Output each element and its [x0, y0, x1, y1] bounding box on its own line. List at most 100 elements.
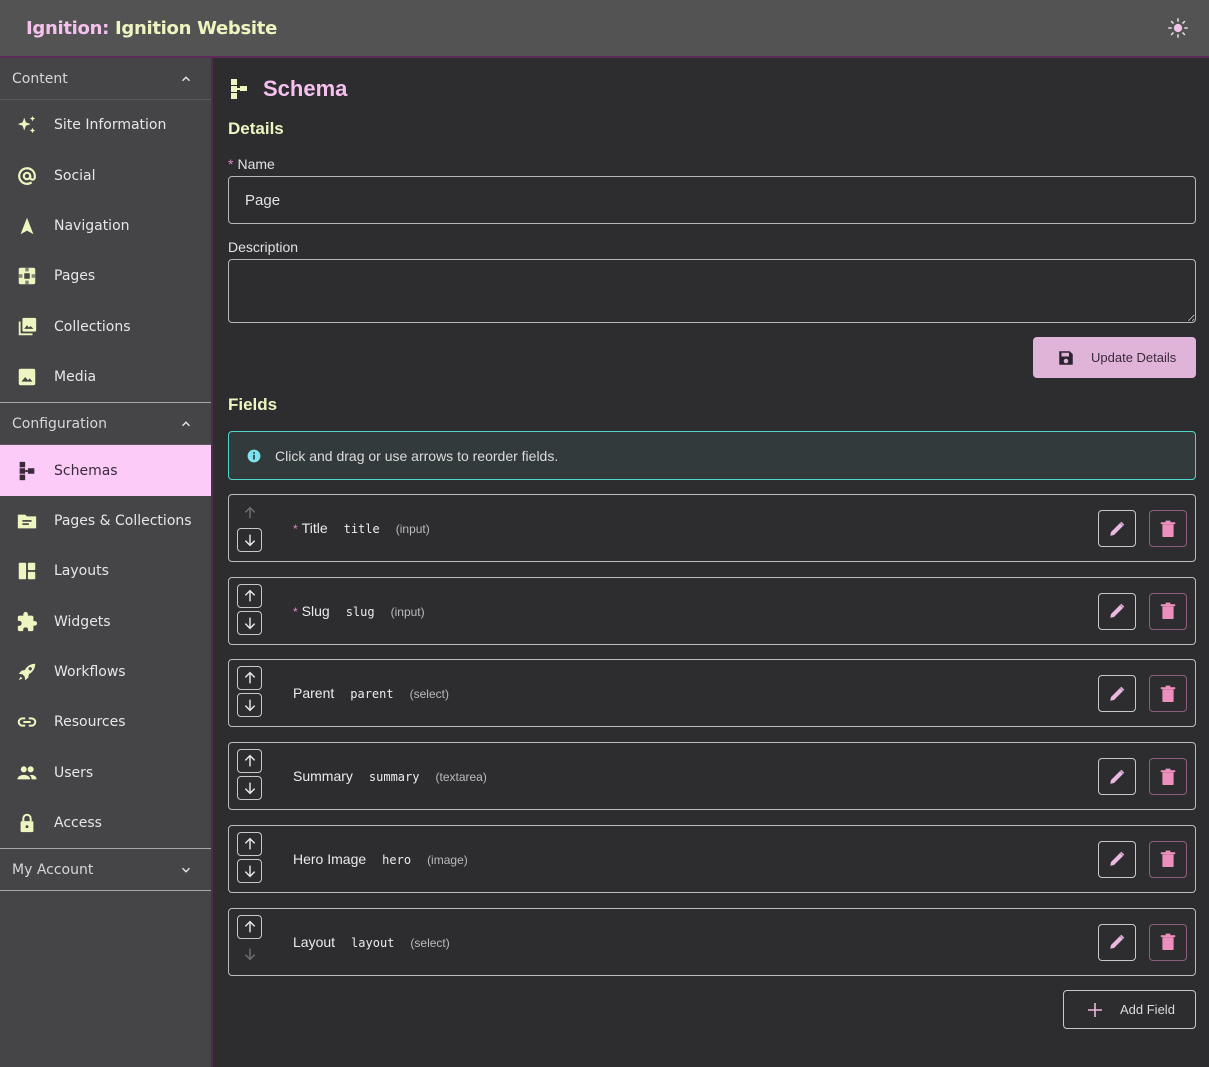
move-up-button[interactable] [237, 914, 262, 939]
move-down-button[interactable] [237, 610, 262, 635]
chevron-down-icon [181, 867, 191, 873]
nav-label: Social [54, 167, 96, 184]
field-key: layout [351, 935, 395, 950]
update-details-button[interactable]: Update Details [1033, 337, 1196, 378]
edit-field-button[interactable] [1098, 923, 1136, 961]
field-row[interactable]: Hero Image hero (image) [228, 824, 1196, 893]
nav-label: Resources [54, 714, 126, 731]
field-info: Parent parent (select) [293, 685, 449, 701]
delete-field-button[interactable] [1149, 675, 1187, 713]
move-up-button[interactable] [237, 666, 262, 691]
info-message: Click and drag or use arrows to reorder … [275, 447, 559, 464]
section-label: Content [12, 70, 68, 87]
field-key: parent [350, 687, 394, 702]
field-type: (image) [427, 852, 468, 867]
arrow-down-icon [242, 697, 258, 713]
edit-field-button[interactable] [1098, 840, 1136, 878]
field-row[interactable]: * Slug slug (input) [228, 576, 1196, 645]
trash-icon [1160, 850, 1176, 868]
sidebar-item-resources[interactable]: Resources [0, 697, 211, 747]
move-down-button[interactable] [237, 693, 262, 718]
main-content: Schema Details *Name Description Update … [215, 58, 1209, 1067]
plus-icon [1088, 1002, 1102, 1017]
sidebar-section-configuration[interactable]: Configuration [0, 403, 211, 446]
delete-field-button[interactable] [1149, 840, 1187, 878]
delete-field-button[interactable] [1149, 758, 1187, 796]
sidebar-item-navigation[interactable]: Navigation [0, 201, 211, 251]
sidebar-section-my-account[interactable]: My Account [0, 849, 211, 892]
sidebar-item-schemas[interactable]: Schemas [0, 445, 211, 496]
nav-label: Site Information [54, 117, 167, 134]
page-title: Schema [229, 76, 347, 102]
nav-label: Workflows [54, 664, 126, 681]
sidebar-item-users[interactable]: Users [0, 748, 211, 798]
sidebar-item-workflows[interactable]: Workflows [0, 647, 211, 697]
field-info: Summary summary (textarea) [293, 768, 487, 784]
nav-label: Widgets [54, 613, 111, 630]
name-label: * Name [228, 156, 275, 172]
arrow-down-icon [242, 946, 258, 962]
arrow-up-icon [242, 505, 258, 521]
reorder-controls [237, 831, 262, 883]
add-field-button[interactable]: Add Field [1063, 990, 1196, 1029]
nav-label: Access [54, 815, 102, 832]
sidebar-item-pages-collections[interactable]: Pages & Collections [0, 496, 211, 546]
nav-label: Users [54, 764, 94, 781]
field-row[interactable]: Summary summary (textarea) [228, 742, 1196, 811]
pencil-icon [1110, 521, 1125, 536]
section-label: Configuration [12, 415, 107, 432]
lock-icon [16, 812, 38, 834]
arrow-down-icon [242, 532, 258, 548]
at-sign-icon [16, 165, 38, 187]
arrow-down-icon [242, 615, 258, 631]
sidebar-item-site-information[interactable]: Site Information [0, 100, 211, 150]
field-row[interactable]: Layout layout (select) [228, 907, 1196, 976]
name-input[interactable] [228, 176, 1196, 224]
nav-label: Collections [54, 318, 131, 335]
nav-label: Media [54, 369, 97, 386]
move-up-button[interactable] [237, 831, 262, 856]
sidebar-section-content[interactable]: Content [0, 58, 211, 100]
edit-field-button[interactable] [1098, 510, 1136, 547]
update-details-label: Update Details [1091, 350, 1177, 365]
delete-field-button[interactable] [1149, 923, 1187, 961]
description-label: Description [228, 239, 299, 255]
users-icon [16, 762, 38, 784]
section-label: My Account [12, 861, 94, 878]
sidebar-item-media[interactable]: Media [0, 352, 211, 402]
image-icon [16, 366, 38, 388]
edit-field-button[interactable] [1098, 675, 1136, 713]
move-down-button[interactable] [237, 528, 262, 552]
pages-icon [16, 265, 38, 287]
schema-icon [231, 79, 247, 99]
theme-toggle-button[interactable] [1167, 17, 1189, 39]
pencil-icon [1110, 769, 1125, 784]
sidebar-item-widgets[interactable]: Widgets [0, 597, 211, 647]
field-info: * Title title (input) [293, 520, 430, 536]
field-row[interactable]: * Title title (input) [228, 494, 1196, 562]
delete-field-button[interactable] [1149, 510, 1187, 547]
pencil-icon [1110, 603, 1125, 618]
move-down-button [237, 942, 262, 966]
move-up-button[interactable] [237, 583, 262, 608]
sidebar-item-access[interactable]: Access [0, 798, 211, 848]
field-label: Hero Image [293, 850, 367, 867]
edit-field-button[interactable] [1098, 758, 1136, 796]
required-marker: * [228, 156, 234, 172]
sidebar-item-collections[interactable]: Collections [0, 302, 211, 352]
sidebar-item-pages[interactable]: Pages [0, 251, 211, 301]
field-row[interactable]: Parent parent (select) [228, 659, 1196, 728]
move-up-button[interactable] [237, 749, 262, 774]
sidebar-item-social[interactable]: Social [0, 150, 211, 200]
field-type: (input) [395, 522, 430, 536]
sidebar-item-layouts[interactable]: Layouts [0, 546, 211, 596]
field-key: hero [382, 852, 412, 867]
field-key: title [343, 522, 380, 536]
delete-field-button[interactable] [1149, 592, 1187, 630]
move-down-button[interactable] [237, 858, 262, 883]
description-textarea[interactable] [228, 259, 1196, 323]
move-down-button[interactable] [237, 776, 262, 801]
edit-field-button[interactable] [1098, 592, 1136, 630]
nav-label: Pages & Collections [54, 512, 192, 529]
app-title: Ignition: Ignition Website [26, 18, 277, 39]
